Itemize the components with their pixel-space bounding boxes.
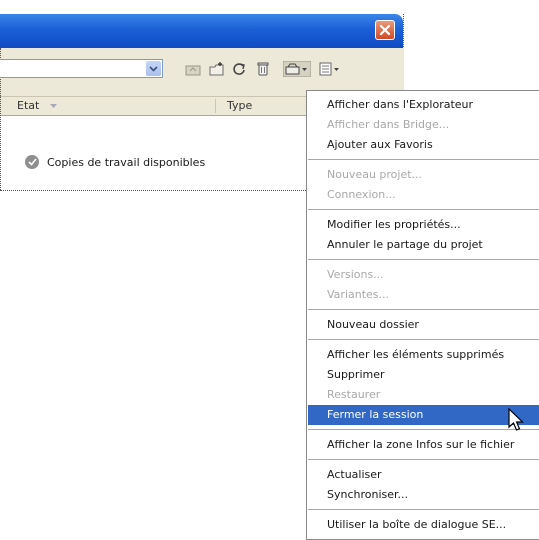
chevron-down-icon bbox=[149, 65, 158, 72]
column-header-label: Etat bbox=[17, 99, 40, 112]
sort-arrow-icon bbox=[49, 104, 57, 108]
menu-separator bbox=[308, 509, 539, 510]
menu-separator bbox=[308, 259, 539, 260]
menu-item[interactable]: Versions... bbox=[308, 265, 539, 285]
menu-item[interactable]: Nouveau projet... bbox=[308, 165, 539, 185]
tools-menu-icon[interactable] bbox=[282, 60, 312, 78]
menu-separator bbox=[308, 309, 539, 310]
title-bar[interactable] bbox=[0, 14, 403, 48]
menu-item[interactable]: Ajouter aux Favoris bbox=[308, 135, 539, 155]
new-folder-icon[interactable] bbox=[209, 61, 225, 77]
check-icon bbox=[25, 155, 39, 169]
menu-item[interactable]: Connexion... bbox=[308, 185, 539, 205]
view-menu-icon[interactable] bbox=[319, 61, 343, 77]
up-folder-icon[interactable] bbox=[185, 61, 201, 77]
menu-item[interactable]: Annuler le partage du projet bbox=[308, 235, 539, 255]
menu-item[interactable]: Utiliser la boîte de dialogue SE... bbox=[308, 515, 539, 535]
menu-item[interactable]: Afficher la zone Infos sur le fichier bbox=[308, 435, 539, 455]
menu-item[interactable]: Restaurer bbox=[308, 385, 539, 405]
menu-item[interactable]: Actualiser bbox=[308, 465, 539, 485]
column-header-etat[interactable]: Etat bbox=[17, 99, 58, 112]
column-header-type[interactable]: Type bbox=[227, 99, 252, 112]
delete-icon[interactable] bbox=[255, 61, 271, 77]
menu-separator bbox=[308, 459, 539, 460]
menu-item[interactable]: Synchroniser... bbox=[308, 485, 539, 505]
menu-item[interactable]: Modifier les propriétés... bbox=[308, 215, 539, 235]
menu-separator bbox=[308, 429, 539, 430]
menu-separator bbox=[308, 209, 539, 210]
toolbar bbox=[0, 48, 404, 96]
menu-item[interactable]: Variantes... bbox=[308, 285, 539, 305]
column-divider[interactable] bbox=[215, 99, 216, 113]
refresh-icon[interactable] bbox=[231, 61, 247, 77]
status-text: Copies de travail disponibles bbox=[47, 155, 206, 169]
menu-item[interactable]: Supprimer bbox=[308, 365, 539, 385]
status-row: Copies de travail disponibles bbox=[25, 155, 205, 169]
context-menu: Afficher dans l'Explorateur Afficher dans… bbox=[306, 90, 539, 540]
close-button[interactable] bbox=[375, 20, 395, 40]
menu-separator bbox=[308, 339, 539, 340]
menu-item[interactable]: Fermer la session bbox=[308, 405, 539, 425]
menu-item[interactable]: Nouveau dossier bbox=[308, 315, 539, 335]
menu-item[interactable]: Afficher dans l'Explorateur bbox=[308, 95, 539, 115]
close-icon bbox=[379, 24, 391, 36]
menu-item[interactable]: Afficher dans Bridge... bbox=[308, 115, 539, 135]
menu-separator bbox=[308, 159, 539, 160]
mouse-cursor-icon bbox=[508, 408, 524, 431]
combo-dropdown-button[interactable] bbox=[146, 61, 161, 76]
path-combobox[interactable] bbox=[0, 59, 163, 78]
menu-item[interactable]: Afficher les éléments supprimés bbox=[308, 345, 539, 365]
